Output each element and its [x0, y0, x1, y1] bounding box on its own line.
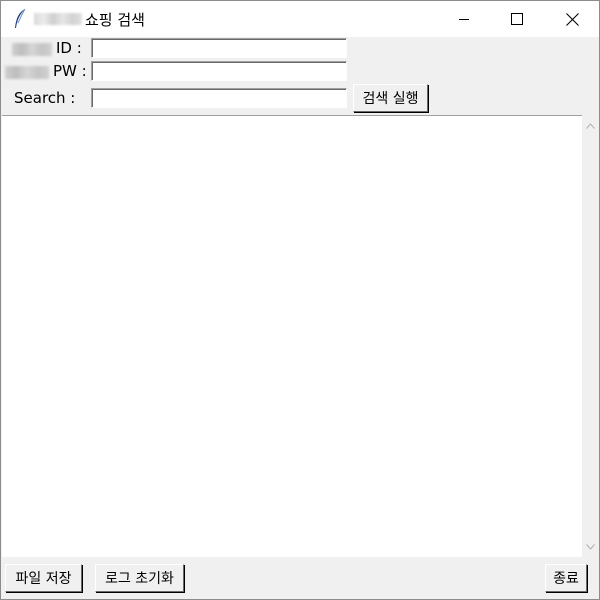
window-title: 쇼핑 검색 [85, 11, 145, 29]
redacted-title-prefix [34, 13, 82, 25]
feather-icon [12, 8, 28, 30]
redacted-id-label-prefix [12, 43, 52, 56]
search-input[interactable] [91, 88, 347, 108]
reset-log-button[interactable]: 로그 초기화 [95, 564, 184, 592]
log-textarea[interactable] [2, 115, 582, 557]
app-window: 쇼핑 검색 ID : PW : Search : 검색 실행 파일 저장 로그 … [0, 0, 600, 600]
id-label: ID : [56, 39, 82, 57]
title-bar[interactable]: 쇼핑 검색 [1, 1, 599, 37]
log-scrollbar[interactable] [582, 115, 599, 557]
exit-button[interactable]: 종료 [545, 564, 587, 592]
maximize-icon [511, 13, 523, 25]
close-button[interactable] [549, 1, 595, 37]
chevron-up-icon[interactable] [582, 117, 599, 134]
chevron-down-icon[interactable] [582, 538, 599, 555]
search-label: Search : [14, 89, 76, 107]
redacted-pw-label-prefix [5, 66, 49, 79]
close-icon [565, 12, 579, 26]
maximize-button[interactable] [494, 1, 540, 37]
pw-field[interactable] [91, 61, 347, 81]
id-field[interactable] [91, 38, 347, 58]
save-file-button[interactable]: 파일 저장 [5, 564, 82, 592]
minimize-button[interactable] [441, 1, 487, 37]
search-button[interactable]: 검색 실행 [353, 84, 428, 112]
minimize-icon [458, 13, 470, 25]
pw-label: PW : [53, 62, 87, 80]
